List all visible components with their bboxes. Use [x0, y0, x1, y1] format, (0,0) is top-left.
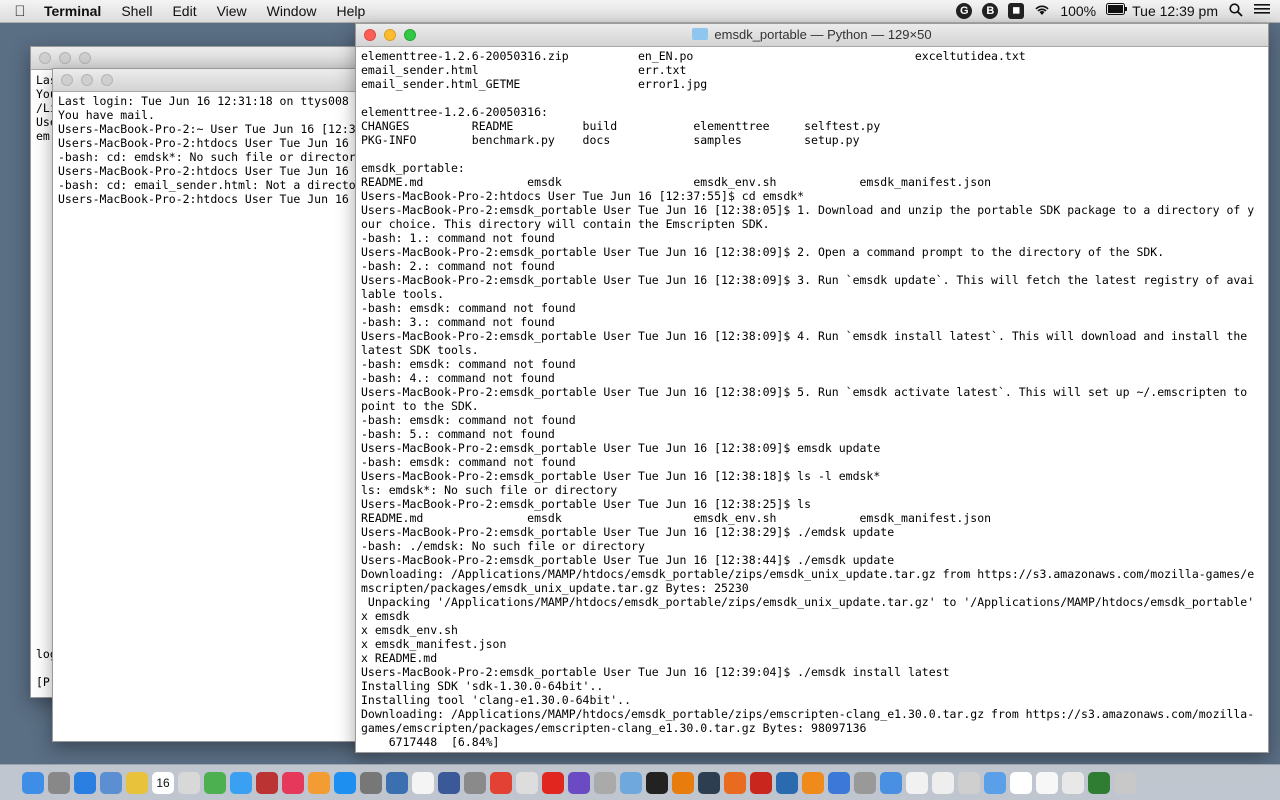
battery-percent[interactable]: 100% — [1060, 3, 1096, 19]
dock: 16 — [0, 764, 1280, 800]
growl-icon[interactable]: G — [956, 3, 973, 19]
terminal-window-middle[interactable]: Last login: Tue Jun 16 12:31:18 on ttys0… — [52, 68, 374, 742]
mail-icon[interactable] — [620, 771, 642, 794]
folder-icon[interactable] — [1010, 771, 1032, 794]
filezilla-icon[interactable] — [750, 771, 772, 794]
finder-icon[interactable] — [22, 771, 44, 794]
ibooks-icon[interactable] — [308, 771, 330, 794]
script-icon[interactable] — [594, 771, 616, 794]
textedit-icon[interactable] — [412, 771, 434, 794]
automator-icon[interactable] — [464, 771, 486, 794]
preview-icon[interactable] — [100, 771, 122, 794]
trash-icon[interactable] — [1114, 771, 1136, 794]
appstore-icon[interactable] — [334, 771, 356, 794]
facetime-icon[interactable] — [204, 771, 226, 794]
chrome-icon[interactable] — [490, 771, 512, 794]
imovie-icon[interactable] — [568, 771, 590, 794]
status-app-icon[interactable]: ◼ — [1008, 3, 1025, 19]
close-button[interactable] — [39, 52, 51, 64]
messages-icon[interactable] — [230, 771, 252, 794]
dictionary-icon[interactable] — [958, 771, 980, 794]
safari-icon[interactable] — [74, 771, 96, 794]
textfile-icon[interactable] — [932, 771, 954, 794]
zoom-button[interactable] — [79, 52, 91, 64]
window-title: emsdk_portable — Python — 129×50 — [356, 27, 1268, 42]
terminal-output[interactable]: Last login: Tue Jun 16 12:31:18 on ttys0… — [53, 92, 373, 208]
cube-icon[interactable] — [880, 771, 902, 794]
launchpad-icon[interactable] — [48, 771, 70, 794]
status-area: G B ◼ 100% Tue 12:39 pm — [956, 3, 1280, 19]
terminal-output[interactable]: elementtree-1.2.6-20050316.zip en_EN.po … — [356, 47, 1268, 751]
photos-icon[interactable] — [178, 771, 200, 794]
terminal2-icon[interactable] — [1088, 771, 1110, 794]
minimize-button[interactable] — [81, 74, 93, 86]
menu-shell[interactable]: Shell — [111, 3, 162, 19]
spotlight-search-icon[interactable] — [1228, 3, 1244, 19]
files-icon[interactable] — [516, 771, 538, 794]
bbedit-status-icon[interactable]: B — [982, 3, 999, 19]
wifi-icon[interactable] — [1034, 3, 1050, 19]
screenshot-icon[interactable] — [828, 771, 850, 794]
apple-menu-icon[interactable]:  — [0, 3, 40, 20]
close-button[interactable] — [61, 74, 73, 86]
terminal-window-main[interactable]: emsdk_portable — Python — 129×50 element… — [355, 23, 1269, 753]
menu-edit[interactable]: Edit — [162, 3, 206, 19]
blender-icon[interactable] — [672, 771, 694, 794]
help-icon[interactable] — [854, 771, 876, 794]
itunes-icon[interactable] — [282, 771, 304, 794]
calendar-icon[interactable]: 16 — [152, 771, 174, 794]
camino-icon[interactable] — [776, 771, 798, 794]
pages-icon[interactable] — [906, 771, 928, 794]
menu-view[interactable]: View — [207, 3, 257, 19]
notification-center-icon[interactable] — [1254, 3, 1270, 19]
menu-help[interactable]: Help — [326, 3, 375, 19]
zoom-button[interactable] — [101, 74, 113, 86]
window-titlebar[interactable]: emsdk_portable — Python — 129×50 — [356, 24, 1268, 47]
opera-icon[interactable] — [542, 771, 564, 794]
xcode-icon[interactable] — [386, 771, 408, 794]
window-titlebar[interactable] — [31, 47, 371, 70]
vlc-icon[interactable] — [802, 771, 824, 794]
clock[interactable]: Tue 12:39 pm — [1132, 3, 1218, 19]
folder-icon — [692, 28, 709, 40]
folder2-icon[interactable] — [1036, 771, 1058, 794]
systemprefs-icon[interactable] — [360, 771, 382, 794]
terminal-icon[interactable] — [646, 771, 668, 794]
menu-app-terminal[interactable]: Terminal — [40, 3, 111, 19]
bbedit-icon[interactable] — [438, 771, 460, 794]
photobooth-icon[interactable] — [256, 771, 278, 794]
window-titlebar[interactable] — [53, 69, 373, 92]
folder3-icon[interactable] — [1062, 771, 1084, 794]
downloads-icon[interactable] — [984, 771, 1006, 794]
battery-icon[interactable] — [1106, 3, 1128, 19]
bbedit2-icon[interactable] — [698, 771, 720, 794]
firefox-icon[interactable] — [724, 771, 746, 794]
minimize-button[interactable] — [59, 52, 71, 64]
menu-window[interactable]: Window — [257, 3, 327, 19]
notes-icon[interactable] — [126, 771, 148, 794]
menu-bar:  Terminal Shell Edit View Window Help G… — [0, 0, 1280, 23]
